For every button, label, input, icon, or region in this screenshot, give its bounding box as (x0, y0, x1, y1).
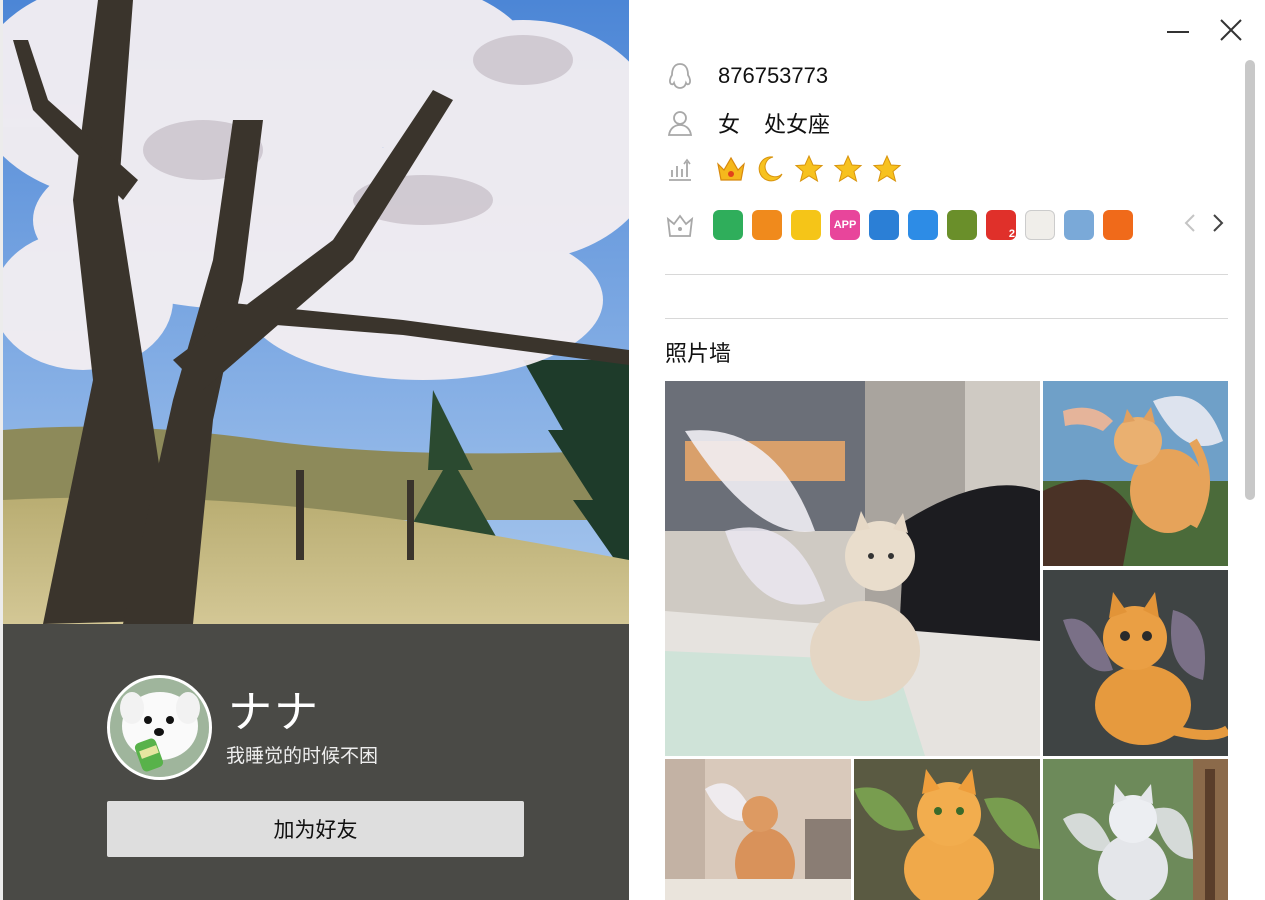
vip-gem-badge[interactable] (713, 210, 743, 240)
chevron-left-icon (1184, 214, 1195, 232)
chevron-right-icon (1213, 214, 1224, 232)
badge-label: APP (833, 219, 857, 231)
gender-zodiac-row: 女处女座 (665, 107, 830, 139)
shield-badge[interactable] (908, 210, 938, 240)
services-row: APP 2 (665, 210, 1133, 240)
star-icon (793, 153, 825, 185)
photo-fairy-white-cat[interactable] (1043, 759, 1228, 900)
avatar[interactable] (107, 675, 212, 780)
minimize-button[interactable] (1162, 14, 1194, 46)
qq-number-row: 876753773 (665, 61, 828, 91)
profile-details-panel: 876753773 女处女座 APP 2 照片墙 (629, 0, 1265, 900)
divider (665, 274, 1228, 275)
star-badge[interactable] (791, 210, 821, 240)
mail-badge[interactable] (1064, 210, 1094, 240)
close-button[interactable] (1215, 14, 1247, 46)
photo-fairy-kitten-window[interactable] (665, 759, 851, 900)
add-friend-button[interactable]: 加为好友 (107, 801, 524, 857)
profile-card-left: ナナ 我睡觉的时候不困 加为好友 (0, 0, 629, 900)
medal-badge[interactable]: 2 (986, 210, 1016, 240)
nickname: ナナ (228, 688, 320, 737)
service-badges: APP 2 (713, 210, 1133, 240)
game-badge[interactable] (752, 210, 782, 240)
minecraft-badge[interactable] (947, 210, 977, 240)
star-icon (832, 153, 864, 185)
badge-prev-button[interactable] (1181, 208, 1199, 238)
photo-fairy-kitten-green-wings[interactable] (854, 759, 1040, 900)
photo-wall-title: 照片墙 (665, 341, 732, 366)
minimize-icon (1167, 31, 1189, 33)
scrollbar-thumb[interactable] (1245, 60, 1255, 500)
gender: 女 (718, 112, 741, 137)
signature: 我睡觉的时候不困 (226, 746, 379, 767)
crown-icon (715, 153, 747, 185)
moon-icon (754, 153, 786, 185)
penguin-icon (665, 61, 695, 91)
close-icon (1220, 19, 1242, 41)
app-badge[interactable]: APP (830, 210, 860, 240)
level-chart-icon (665, 154, 695, 184)
star-icon (871, 153, 903, 185)
qq-number: 876753773 (718, 63, 829, 88)
badge-next-button[interactable] (1209, 208, 1227, 238)
divider (665, 318, 1228, 319)
photo-fairy-kitten-finger[interactable] (1043, 381, 1228, 566)
photo-fairy-kitten-sitting[interactable] (1043, 570, 1228, 756)
camera-badge[interactable] (869, 210, 899, 240)
zodiac: 处女座 (764, 112, 831, 137)
person-icon (665, 108, 695, 138)
orange-circle-badge[interactable] (1103, 210, 1133, 240)
cover-photo (3, 0, 629, 624)
photo-fairy-kitten-desk[interactable] (665, 381, 1040, 756)
badge-pager (1181, 208, 1227, 238)
badge-label: 2 (1008, 228, 1015, 240)
crown-outline-icon (665, 210, 695, 240)
level-row (665, 153, 903, 185)
level-icons[interactable] (715, 153, 903, 185)
cow-badge[interactable] (1025, 210, 1055, 240)
